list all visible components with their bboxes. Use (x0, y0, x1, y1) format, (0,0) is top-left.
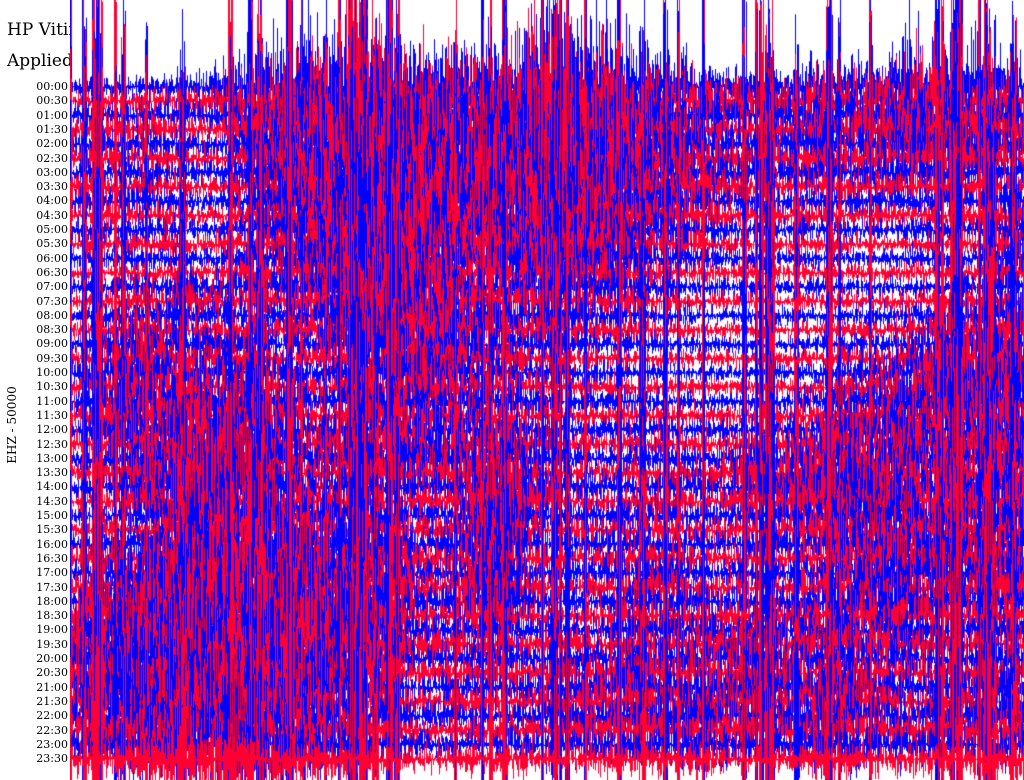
helicorder-page: HP Vitinelka 2013-07-10 Applied filter: … (0, 0, 1024, 780)
time-label: 06:00 (36, 251, 68, 265)
time-label: 17:30 (36, 580, 68, 594)
time-label: 13:00 (36, 451, 68, 465)
time-label: 23:30 (36, 752, 68, 766)
time-axis: 00:00 00:30 01:00 01:30 02:00 02:30 03:00 03:30… (0, 0, 68, 780)
time-label: 21:30 (36, 694, 68, 708)
time-label: 01:30 (36, 122, 68, 136)
time-label: 01:00 (36, 108, 68, 122)
time-label: 19:30 (36, 637, 68, 651)
time-label: 11:00 (36, 394, 68, 408)
time-label: 05:30 (36, 237, 68, 251)
time-label: 18:30 (36, 609, 68, 623)
time-label: 08:30 (36, 323, 68, 337)
time-label: 00:30 (36, 94, 68, 108)
time-label: 04:00 (36, 194, 68, 208)
time-label: 02:00 (36, 137, 68, 151)
time-label: 17:00 (36, 566, 68, 580)
time-label: 03:00 (36, 165, 68, 179)
time-label: 12:30 (36, 437, 68, 451)
time-label: 16:00 (36, 537, 68, 551)
time-label: 11:30 (36, 408, 68, 422)
time-label: 20:30 (36, 666, 68, 680)
time-label: 07:30 (36, 294, 68, 308)
time-label: 16:30 (36, 551, 68, 565)
time-label: 18:00 (36, 594, 68, 608)
time-label: 14:30 (36, 494, 68, 508)
time-label: 03:30 (36, 180, 68, 194)
time-label: 15:00 (36, 509, 68, 522)
time-label: 23:00 (36, 737, 68, 751)
time-label: 20:00 (36, 652, 68, 665)
time-label: 09:00 (36, 337, 68, 351)
time-label: 22:30 (36, 723, 68, 737)
time-label: 10:00 (36, 366, 68, 379)
time-label: 07:00 (36, 280, 68, 294)
time-label: 12:00 (36, 423, 68, 437)
time-label: 13:30 (36, 466, 68, 480)
time-label: 04:30 (36, 208, 68, 222)
seismogram-traces (70, 0, 1024, 780)
time-label: 05:00 (36, 223, 68, 236)
time-label: 14:00 (36, 480, 68, 494)
time-label: 10:30 (36, 380, 68, 394)
time-label: 00:00 (36, 80, 68, 93)
time-label: 06:30 (36, 265, 68, 279)
time-label: 08:00 (36, 308, 68, 322)
time-label: 09:30 (36, 351, 68, 365)
time-label: 22:00 (36, 709, 68, 723)
time-label: 15:30 (36, 523, 68, 537)
time-label: 19:00 (36, 623, 68, 637)
time-label: 21:00 (36, 680, 68, 694)
time-label: 02:30 (36, 151, 68, 165)
